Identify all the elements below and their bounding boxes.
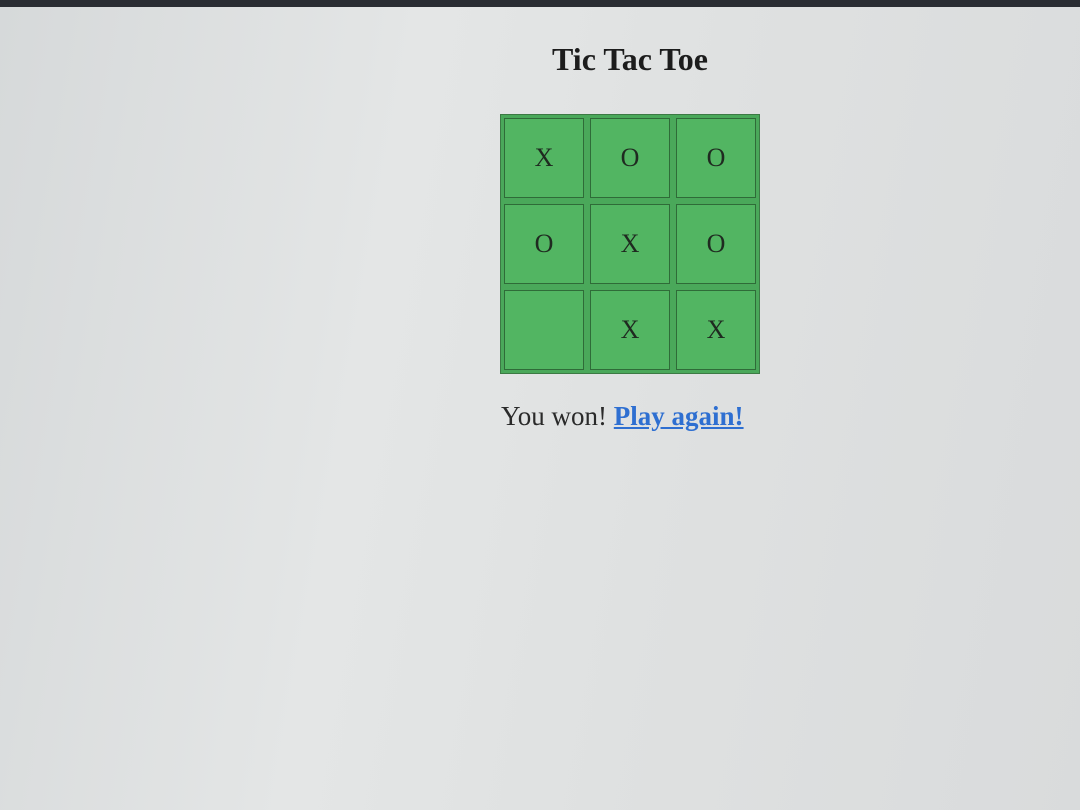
play-again-link[interactable]: Play again! [614, 401, 744, 431]
board-cell[interactable]: X [590, 290, 670, 370]
board-cell[interactable]: X [590, 204, 670, 284]
board-cell[interactable]: O [676, 118, 756, 198]
board-cell[interactable]: X [504, 118, 584, 198]
game-status: You won! Play again! [501, 401, 744, 432]
board-cell[interactable]: O [590, 118, 670, 198]
monitor-bezel [0, 0, 1080, 7]
status-message: You won! [501, 401, 608, 431]
board-cell[interactable]: X [676, 290, 756, 370]
board-cell[interactable] [504, 290, 584, 370]
page: Tic Tac Toe X O O O X O X X You won! Pla… [0, 7, 1080, 810]
page-title: Tic Tac Toe [552, 41, 708, 77]
board-cell[interactable]: O [676, 204, 756, 284]
board-cell[interactable]: O [504, 204, 584, 284]
game-board: X O O O X O X X [500, 114, 760, 374]
